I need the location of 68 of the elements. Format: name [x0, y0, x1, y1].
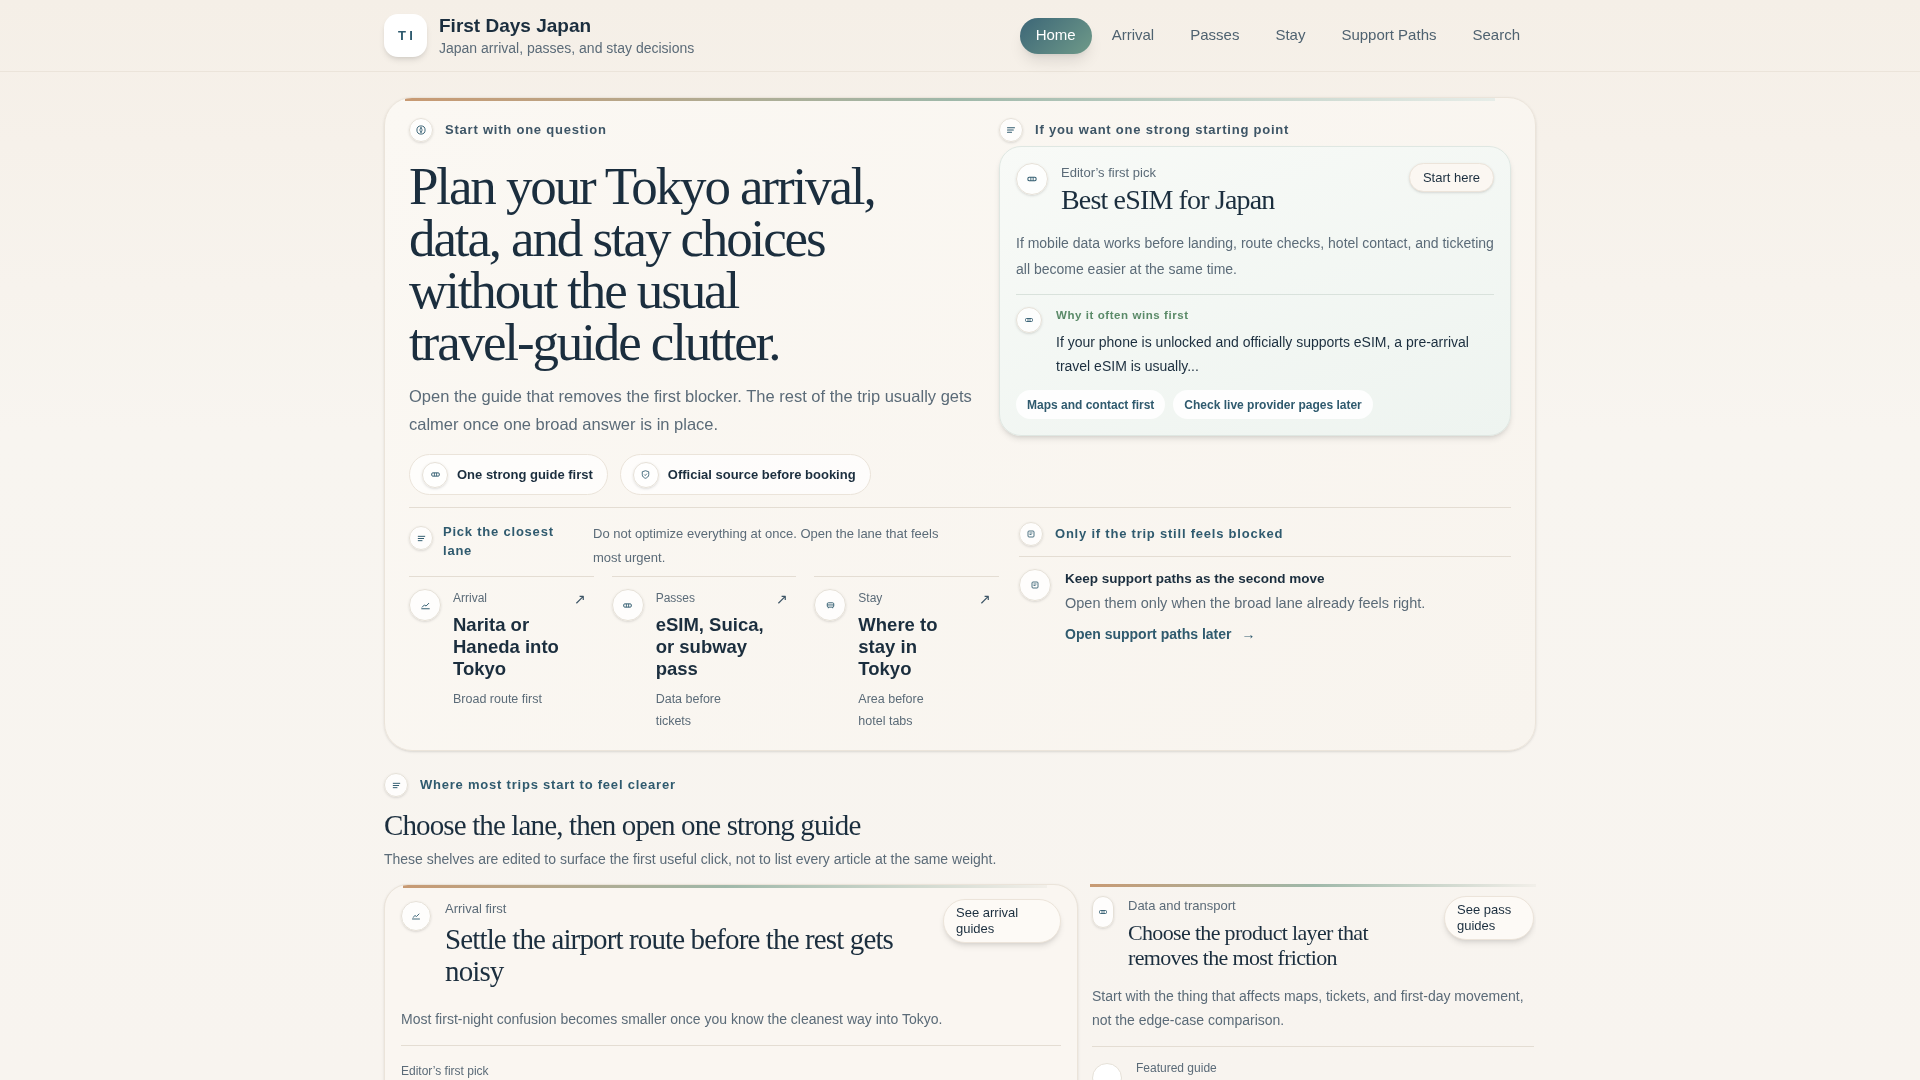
section-heading: Choose the lane, then open one strong guide	[384, 808, 862, 843]
ticket-icon	[1016, 163, 1048, 195]
chart-icon	[409, 589, 441, 621]
section-subtitle: These shelves are edited to surface the first useful click, not to list every article at the same weight.	[384, 850, 998, 869]
lane-subnote: Area before hotel tabs	[858, 691, 925, 730]
logo[interactable]: TI	[384, 14, 427, 57]
shelf-category: Arrival first	[445, 900, 508, 918]
support-title: Keep support paths as the second move	[1065, 570, 1326, 588]
shelf-description: Most first-night confusion becomes smaller once you know the cleanest way into Tokyo.	[401, 1009, 944, 1029]
bus-icon	[814, 589, 847, 621]
note-icon	[1019, 569, 1051, 601]
pick-title: Best eSIM for Japan	[1061, 183, 1276, 217]
list-icon	[384, 773, 408, 797]
lane-title[interactable]: Where to stay in Tokyo	[858, 614, 951, 680]
lane-note: Do not optimize everything at once. Open the lane that feels most urgent.	[593, 525, 940, 567]
lane-category: Arrival	[453, 590, 487, 607]
support-text: Open them only when the broad lane already feels right.	[1065, 594, 1426, 614]
eyebrow: If you want one strong starting point	[1035, 121, 1290, 140]
lane-subnote: Broad route first	[453, 691, 543, 708]
shelf-category: Data and transport	[1128, 897, 1237, 915]
nav-link[interactable]: Passes	[1174, 17, 1256, 54]
lane-subnote: Data before tickets	[655, 691, 722, 730]
compass-icon	[409, 118, 433, 142]
why-text: If your phone is unlocked and officially supports eSIM, a pre-arrival travel eSIM is usually...	[1056, 333, 1470, 377]
eyebrow: Start with one question	[445, 121, 607, 140]
pick-description: If mobile data works before landing, route checks, hotel contact, and ticketing all become easier at the same time.	[1016, 234, 1494, 279]
site-title: First Days Japan	[439, 13, 593, 38]
start-button[interactable]: Start here	[1408, 163, 1494, 192]
pick-label: Editor’s first pick	[1061, 164, 1156, 182]
lane-title[interactable]: eSIM, Suica, or subway pass	[655, 614, 776, 680]
support-link[interactable]: Open support paths later →	[1065, 624, 1256, 645]
nav-link[interactable]: Stay	[1259, 17, 1322, 54]
arrow-icon[interactable]: ↗	[573, 589, 586, 610]
pill-chip: One strong guide first	[409, 454, 608, 495]
shelf-button[interactable]: See pass guides	[1444, 896, 1534, 940]
hero-lead: Open the guide that removes the first blocker. The rest of the trip usually gets calmer once one broad answer is in place.	[409, 386, 973, 435]
eyebrow: Pick the closest lane	[443, 523, 555, 560]
eyebrow: Where most trips start to feel clearer	[420, 776, 676, 795]
shelf-footer-label: Featured guide	[1136, 1059, 1217, 1077]
tag: Maps and contact first	[1016, 390, 1166, 420]
ticket-icon	[1016, 307, 1042, 333]
lane-title[interactable]: Narita or Haneda into Tokyo	[453, 614, 573, 680]
nav-link[interactable]: Arrival	[1095, 17, 1171, 54]
nav-link[interactable]: Search	[1456, 17, 1536, 54]
note-icon	[1019, 522, 1043, 546]
eyebrow: Only if the trip still feels blocked	[1055, 525, 1284, 544]
nav-link[interactable]: Home	[1019, 17, 1092, 54]
list-icon	[409, 526, 433, 550]
shield-icon	[632, 461, 659, 488]
ticket-icon	[422, 461, 448, 488]
ticket-icon	[611, 589, 644, 621]
site-subtitle: Japan arrival, passes, and stay decisions	[439, 38, 695, 58]
shelf-title: Settle the airport route before the rest gets noisy	[445, 922, 895, 987]
why-label: Why it often wins first	[1056, 308, 1190, 323]
shelf-title: Choose the product layer that removes the most friction	[1128, 919, 1370, 970]
lane-category: Stay	[858, 590, 883, 607]
pill-chip: Official source before booking	[619, 454, 871, 495]
lane-category: Passes	[655, 590, 695, 607]
shelf-footer-label: Editor’s first pick	[401, 1062, 489, 1080]
nav-link[interactable]: Support Paths	[1325, 17, 1453, 54]
list-icon	[999, 118, 1023, 142]
arrow-icon[interactable]: ↗	[979, 589, 991, 610]
ticket-icon	[1092, 896, 1114, 928]
shelf-description: Start with the thing that affects maps, tickets, and first-day movement, not the edge-case comparison.	[1092, 986, 1525, 1030]
tag: Check live provider pages later	[1173, 390, 1373, 420]
arrow-icon[interactable]: ↗	[776, 589, 789, 610]
shelf-button[interactable]: See arrival guides	[943, 899, 1061, 943]
chart-icon	[401, 901, 431, 931]
